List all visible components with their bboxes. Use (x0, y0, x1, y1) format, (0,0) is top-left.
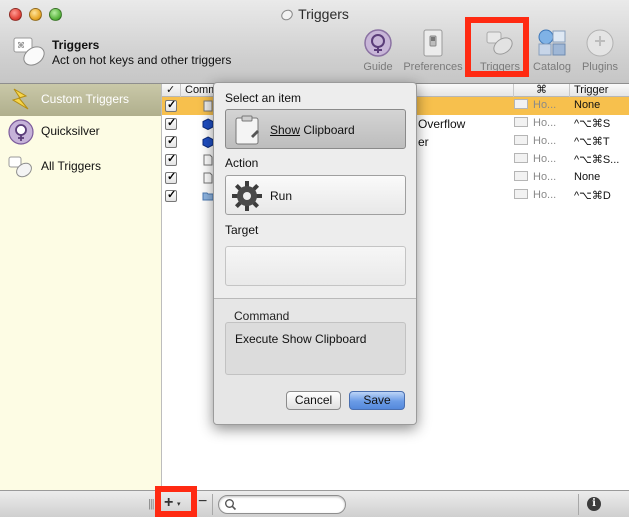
enabled-checkbox[interactable] (165, 152, 177, 166)
column-header-scope[interactable]: ⌘ (514, 84, 570, 97)
row-trigger: ^⌥⌘S (574, 118, 611, 130)
guide-icon (364, 29, 392, 57)
scope-icon (514, 189, 528, 199)
save-button[interactable]: Save (349, 391, 405, 410)
command-label: Command (234, 309, 290, 323)
lightning-icon (11, 88, 29, 110)
selected-action-text: Run (270, 189, 293, 203)
command-description-text: Execute Show Clipboard (235, 332, 367, 346)
remove-trigger-button[interactable]: − (198, 493, 207, 511)
mouse-trigger-icon: ⌘ (13, 37, 45, 66)
scope-icon (514, 171, 528, 181)
divider (578, 494, 579, 515)
column-header-enabled[interactable]: ✓ (162, 84, 181, 97)
window-titlebar: Triggers ⌘ Triggers Act on hot keys and … (0, 0, 629, 84)
header-subtitle: Act on hot keys and other triggers (52, 53, 232, 67)
selected-item-text: Show Clipboard (270, 123, 355, 137)
gear-icon (232, 181, 262, 211)
command-description-box: Execute Show Clipboard (225, 322, 406, 375)
sidebar-item-label: All Triggers (41, 159, 102, 173)
enabled-checkbox[interactable] (165, 188, 177, 202)
row-scope: Ho... (514, 99, 570, 111)
row-scope: Ho... (514, 189, 570, 201)
triggers-title-icon (281, 9, 293, 21)
divider (212, 494, 213, 515)
action-label: Action (225, 156, 259, 170)
row-trigger: ^⌥⌘T (574, 136, 610, 148)
column-header-trigger[interactable]: Trigger (570, 84, 629, 97)
action-selector-field[interactable]: Run (225, 175, 406, 215)
highlight-box-add-button (155, 486, 197, 517)
scope-icon (514, 153, 528, 163)
window-title: Triggers (0, 6, 629, 22)
row-trigger: ^⌥⌘S... (574, 154, 620, 166)
enabled-checkbox[interactable] (165, 116, 177, 130)
bottom-toolbar: ||| + ▾ − i (0, 490, 629, 517)
item-selector-field[interactable]: Show Clipboard (225, 109, 406, 149)
search-input[interactable] (239, 497, 339, 512)
mouse-icon (8, 156, 32, 178)
highlight-box-triggers (465, 17, 529, 77)
row-trigger: None (574, 171, 601, 183)
row-scope: Ho... (514, 171, 570, 183)
plugins-icon (586, 29, 614, 57)
quicksilver-icon (8, 119, 34, 145)
toolbar-preferences-label: Preferences (403, 61, 463, 73)
split-resize-handle[interactable]: ||| (148, 498, 155, 510)
sidebar-item-quicksilver[interactable]: Quicksilver (0, 116, 161, 148)
window-title-text: Triggers (298, 6, 349, 22)
cancel-button[interactable]: Cancel (286, 391, 341, 410)
info-button[interactable]: i (587, 497, 601, 511)
sidebar-item-label: Custom Triggers (41, 92, 130, 106)
row-command: Overflow (418, 117, 466, 131)
toolbar-plugins-label: Plugins (581, 61, 619, 73)
enabled-checkbox[interactable] (165, 98, 177, 112)
trigger-editor-popover: Select an item Show Clipboard Action Run… (213, 82, 417, 425)
row-trigger: None (574, 99, 601, 111)
sidebar-item-all-triggers[interactable]: All Triggers (0, 151, 161, 183)
row-scope: Ho... (514, 117, 570, 129)
row-trigger: ^⌥⌘D (574, 190, 611, 202)
target-label: Target (225, 223, 259, 237)
target-selector-field[interactable] (225, 246, 406, 286)
header-title: Triggers (52, 38, 100, 52)
sidebar-item-label: Quicksilver (41, 124, 100, 138)
command-panel: Command Execute Show Clipboard Cancel Sa… (214, 299, 416, 424)
preferences-switch-icon (423, 29, 443, 57)
enabled-checkbox[interactable] (165, 134, 177, 148)
catalog-icon (538, 29, 566, 56)
scope-icon (514, 117, 528, 127)
search-icon (225, 499, 237, 511)
svg-text:⌘: ⌘ (17, 41, 25, 50)
row-command: er (418, 135, 429, 149)
sidebar-item-custom-triggers[interactable]: Custom Triggers (0, 84, 161, 116)
row-scope: Ho... (514, 135, 570, 147)
clipboard-icon (235, 115, 259, 145)
toolbar-plugins-button[interactable]: Plugins (568, 28, 629, 78)
toolbar-preferences-button[interactable]: Preferences (400, 28, 466, 78)
search-field[interactable] (218, 495, 346, 514)
select-item-label: Select an item (225, 91, 302, 105)
enabled-checkbox[interactable] (165, 170, 177, 184)
sidebar: Custom Triggers Quicksilver All Triggers (0, 84, 162, 490)
scope-icon (514, 99, 528, 109)
row-scope: Ho... (514, 153, 570, 165)
scope-icon (514, 135, 528, 145)
